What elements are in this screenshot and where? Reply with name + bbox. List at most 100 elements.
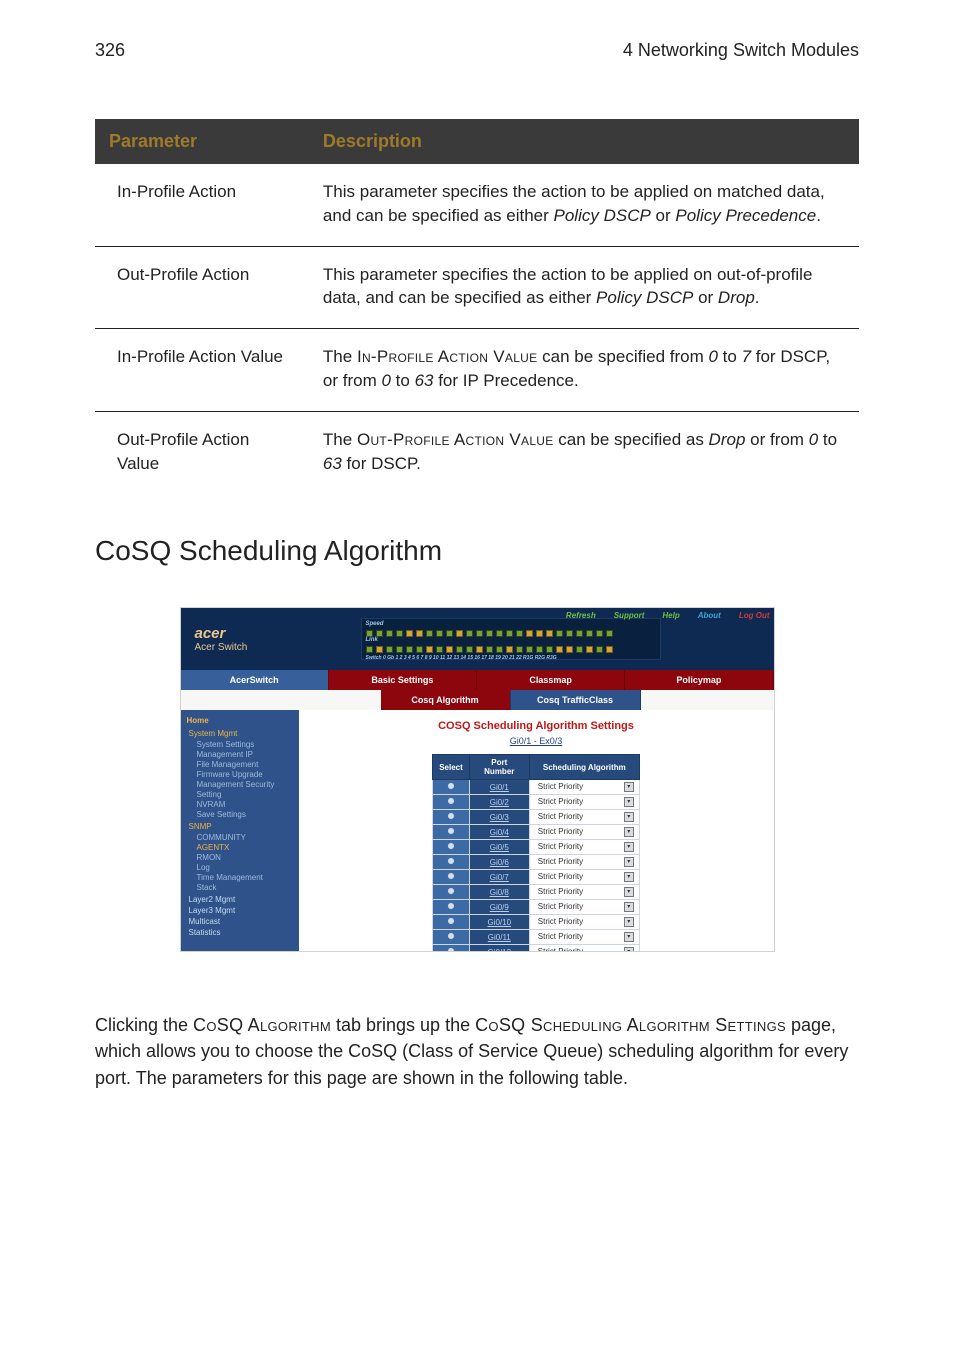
port-row: Gi0/10Strict Priority▾ <box>433 915 640 930</box>
subtab-cosq-algorithm[interactable]: Cosq Algorithm <box>381 690 511 710</box>
port-row: Gi0/6Strict Priority▾ <box>433 855 640 870</box>
alg-select[interactable]: Strict Priority▾ <box>529 825 639 840</box>
port-row: Gi0/5Strict Priority▾ <box>433 840 640 855</box>
chevron-down-icon: ▾ <box>624 782 634 792</box>
port-radio[interactable] <box>433 885 470 900</box>
alg-select[interactable]: Strict Priority▾ <box>529 840 639 855</box>
sidebar-item[interactable]: Save Settings <box>197 810 293 820</box>
tab-policymap[interactable]: Policymap <box>625 670 773 690</box>
parameters-table: Parameter Description In-Profile Action … <box>95 119 859 493</box>
sidebar-system-mgmt[interactable]: System Mgmt <box>189 729 293 738</box>
refresh-link[interactable]: Refresh <box>566 611 596 620</box>
port-link[interactable]: Gi0/10 <box>469 915 529 930</box>
chevron-down-icon: ▾ <box>624 842 634 852</box>
chevron-down-icon: ▾ <box>624 932 634 942</box>
port-radio[interactable] <box>433 900 470 915</box>
chevron-down-icon: ▾ <box>624 872 634 882</box>
about-link[interactable]: About <box>698 611 721 620</box>
sidebar-item[interactable]: File Management <box>197 760 293 770</box>
cosq-heading: CoSQ Scheduling Algorithm <box>95 535 859 567</box>
logout-link[interactable]: Log Out <box>739 611 770 620</box>
alg-select[interactable]: Strict Priority▾ <box>529 795 639 810</box>
sidebar-item[interactable]: RMON <box>197 853 293 863</box>
subtab-cosq-trafficclass[interactable]: Cosq TrafficClass <box>511 690 641 710</box>
param-desc: This parameter specifies the action to b… <box>309 164 859 246</box>
sidebar-item[interactable]: AGENTX <box>197 843 293 853</box>
sidebar: Home System Mgmt System Settings Managem… <box>181 710 299 951</box>
port-link[interactable]: Gi0/7 <box>469 870 529 885</box>
param-desc: The Out-Profile Action Value can be spec… <box>309 411 859 493</box>
sidebar-item[interactable]: Firmware Upgrade <box>197 770 293 780</box>
port-row: Gi0/2Strict Priority▾ <box>433 795 640 810</box>
port-row: Gi0/8Strict Priority▾ <box>433 885 640 900</box>
alg-select[interactable]: Strict Priority▾ <box>529 855 639 870</box>
port-link[interactable]: Gi0/9 <box>469 900 529 915</box>
led-panel: Speed Link Switch 0 Gb 1 2 3 4 5 6 7 8 9… <box>361 618 661 660</box>
col-description: Description <box>309 119 859 164</box>
col-parameter: Parameter <box>95 119 309 164</box>
page-number: 326 <box>95 40 125 61</box>
alg-select[interactable]: Strict Priority▾ <box>529 945 639 953</box>
sidebar-item[interactable]: System Settings <box>197 740 293 750</box>
param-desc: This parameter specifies the action to b… <box>309 246 859 329</box>
alg-select[interactable]: Strict Priority▾ <box>529 885 639 900</box>
sidebar-multicast[interactable]: Multicast <box>189 917 293 926</box>
sidebar-item[interactable]: Stack <box>197 883 293 893</box>
port-link[interactable]: Gi0/1 <box>469 780 529 795</box>
tab-classmap[interactable]: Classmap <box>477 670 625 690</box>
sidebar-item[interactable]: NVRAM <box>197 800 293 810</box>
sidebar-item[interactable]: Log <box>197 863 293 873</box>
alg-select[interactable]: Strict Priority▾ <box>529 915 639 930</box>
port-link[interactable]: Gi0/5 <box>469 840 529 855</box>
port-link[interactable]: Gi0/12 <box>469 945 529 953</box>
sidebar-item[interactable]: COMMUNITY <box>197 833 293 843</box>
port-link[interactable]: Gi0/3 <box>469 810 529 825</box>
chevron-down-icon: ▾ <box>624 797 634 807</box>
port-radio[interactable] <box>433 780 470 795</box>
port-link[interactable]: Gi0/11 <box>469 930 529 945</box>
body-paragraph: Clicking the CoSQ Algorithm tab brings u… <box>95 1012 859 1090</box>
port-row: Gi0/3Strict Priority▾ <box>433 810 640 825</box>
cosq-settings-title: COSQ Scheduling Algorithm Settings <box>315 720 758 732</box>
sidebar-item[interactable]: Management Security Setting <box>197 780 293 800</box>
port-radio[interactable] <box>433 795 470 810</box>
port-link[interactable]: Gi0/6 <box>469 855 529 870</box>
port-radio[interactable] <box>433 810 470 825</box>
chevron-down-icon: ▾ <box>624 827 634 837</box>
alg-select[interactable]: Strict Priority▾ <box>529 810 639 825</box>
sidebar-layer3[interactable]: Layer3 Mgmt <box>189 906 293 915</box>
top-links: Refresh Support Help About Log Out <box>566 611 770 620</box>
port-radio[interactable] <box>433 915 470 930</box>
help-link[interactable]: Help <box>662 611 679 620</box>
port-radio[interactable] <box>433 945 470 953</box>
port-radio[interactable] <box>433 825 470 840</box>
table-row: In-Profile Action This parameter specifi… <box>95 164 859 246</box>
support-link[interactable]: Support <box>614 611 645 620</box>
sidebar-home[interactable]: Home <box>187 716 293 725</box>
th-select: Select <box>433 755 470 780</box>
port-radio[interactable] <box>433 930 470 945</box>
alg-select[interactable]: Strict Priority▾ <box>529 900 639 915</box>
sidebar-snmp[interactable]: SNMP <box>189 822 293 831</box>
param-desc: The In-Profile Action Value can be speci… <box>309 329 859 412</box>
sidebar-item[interactable]: Time Management <box>197 873 293 883</box>
sidebar-layer2[interactable]: Layer2 Mgmt <box>189 895 293 904</box>
port-link[interactable]: Gi0/2 <box>469 795 529 810</box>
port-range-link[interactable]: Gi0/1 - Ex0/3 <box>315 736 758 746</box>
port-radio[interactable] <box>433 870 470 885</box>
alg-select[interactable]: Strict Priority▾ <box>529 780 639 795</box>
port-link[interactable]: Gi0/8 <box>469 885 529 900</box>
alg-select[interactable]: Strict Priority▾ <box>529 930 639 945</box>
port-radio[interactable] <box>433 855 470 870</box>
alg-select[interactable]: Strict Priority▾ <box>529 870 639 885</box>
sidebar-statistics[interactable]: Statistics <box>189 928 293 937</box>
table-row: Out-Profile Action Value The Out-Profile… <box>95 411 859 493</box>
port-table: Select Port Number Scheduling Algorithm … <box>432 754 640 952</box>
tab-acerswitch[interactable]: AcerSwitch <box>181 670 329 690</box>
port-radio[interactable] <box>433 840 470 855</box>
port-link[interactable]: Gi0/4 <box>469 825 529 840</box>
sidebar-item[interactable]: Management IP <box>197 750 293 760</box>
brand-logo: acer <box>195 625 226 642</box>
tab-basic-settings[interactable]: Basic Settings <box>329 670 477 690</box>
chevron-down-icon: ▾ <box>624 887 634 897</box>
